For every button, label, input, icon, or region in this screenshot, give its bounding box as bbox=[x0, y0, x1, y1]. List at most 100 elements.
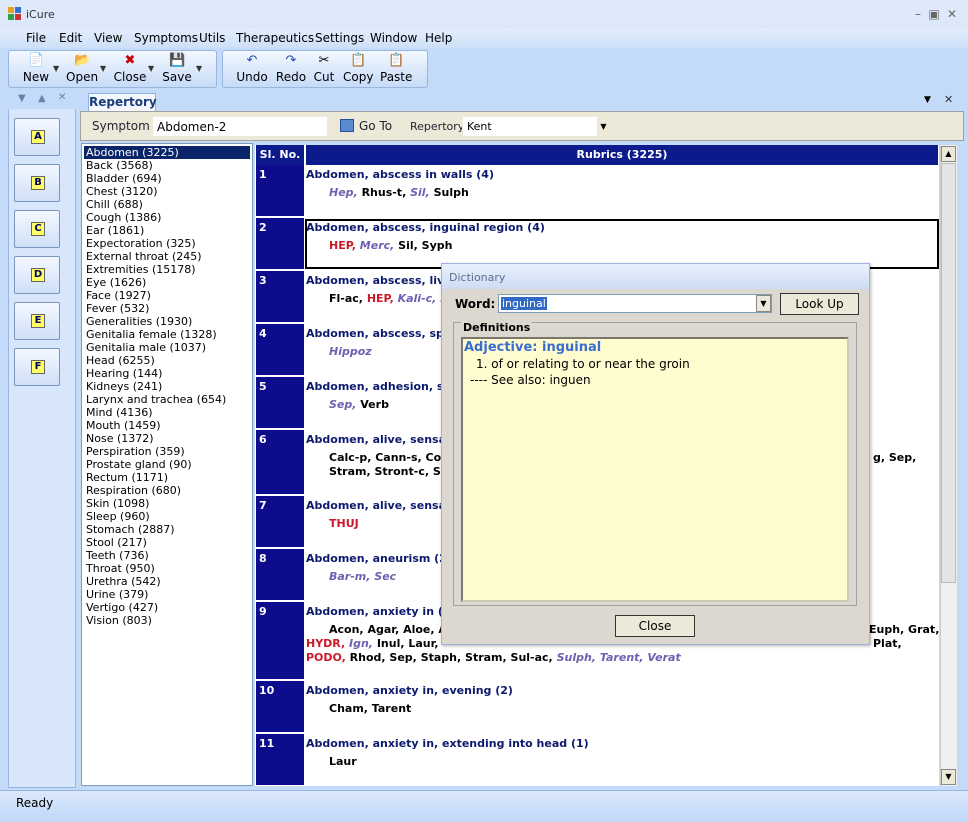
remedy[interactable]: Sul-ac, bbox=[511, 651, 557, 664]
new-button[interactable]: 📄 New bbox=[20, 53, 52, 87]
column-header-no[interactable]: Sl. No. bbox=[256, 145, 305, 165]
category-item[interactable]: Throat (950) bbox=[86, 562, 155, 575]
category-item[interactable]: Urethra (542) bbox=[86, 575, 161, 588]
remedy[interactable]: THUJ bbox=[329, 517, 359, 530]
category-item[interactable]: Extremities (15178) bbox=[86, 263, 196, 276]
open-dropdown-icon[interactable]: ▼ bbox=[100, 64, 106, 73]
remedy[interactable]: Inul, bbox=[377, 637, 409, 650]
scroll-thumb[interactable] bbox=[941, 163, 956, 583]
menu-settings[interactable]: Settings bbox=[315, 31, 364, 45]
remedy[interactable]: Tarent bbox=[372, 702, 411, 715]
close-dialog-button[interactable]: Close bbox=[615, 615, 695, 637]
copy-button[interactable]: 📋 Copy bbox=[343, 53, 373, 87]
menu-therapeutics[interactable]: Therapeutics bbox=[236, 31, 314, 45]
save-dropdown-icon[interactable]: ▼ bbox=[196, 64, 202, 73]
letter-button-c[interactable]: C bbox=[14, 210, 60, 248]
paste-button[interactable]: 📋 Paste bbox=[380, 53, 412, 87]
category-list[interactable]: Abdomen (3225) Back (3568) Bladder (694) Ch… bbox=[81, 143, 253, 786]
remedy[interactable]: Laur bbox=[329, 755, 357, 768]
remedy[interactable]: Rhod, bbox=[350, 651, 390, 664]
remedy[interactable]: Stram, bbox=[465, 651, 511, 664]
category-item[interactable]: Fever (532) bbox=[86, 302, 149, 315]
remedy[interactable]: Sil, bbox=[410, 186, 433, 199]
category-item[interactable]: Mind (4136) bbox=[86, 406, 153, 419]
menu-edit[interactable]: Edit bbox=[59, 31, 82, 45]
menu-file[interactable]: File bbox=[26, 31, 46, 45]
remedy[interactable]: Agar, bbox=[367, 623, 403, 636]
category-item[interactable]: Genitalia female (1328) bbox=[86, 328, 217, 341]
category-item[interactable]: Urine (379) bbox=[86, 588, 148, 601]
undo-button[interactable]: ↶ Undo bbox=[236, 53, 268, 87]
remedy[interactable]: Cann-s, bbox=[375, 451, 425, 464]
category-item[interactable]: Nose (1372) bbox=[86, 432, 154, 445]
dock-close-icon[interactable]: ✕ bbox=[58, 92, 66, 103]
category-item[interactable]: Head (6255) bbox=[86, 354, 155, 367]
remedy[interactable]: Laur, bbox=[408, 637, 438, 650]
category-item[interactable]: Ear (1861) bbox=[86, 224, 144, 237]
category-item[interactable]: Teeth (736) bbox=[86, 549, 149, 562]
remedy[interactable]: Verb bbox=[360, 398, 389, 411]
tab-close-icon[interactable]: ✕ bbox=[944, 93, 953, 106]
category-item[interactable]: Prostate gland (90) bbox=[86, 458, 192, 471]
remedy[interactable]: Aloe, bbox=[403, 623, 438, 636]
close-button[interactable]: ✖ Close bbox=[113, 53, 147, 87]
category-item[interactable]: Generalities (1930) bbox=[86, 315, 192, 328]
menu-window[interactable]: Window bbox=[370, 31, 417, 45]
category-item[interactable]: Respiration (680) bbox=[86, 484, 181, 497]
menu-symptoms[interactable]: Symptoms bbox=[134, 31, 198, 45]
remedy[interactable]: Tarent, bbox=[600, 651, 648, 664]
menu-utils[interactable]: Utils bbox=[199, 31, 225, 45]
category-item[interactable]: Chill (688) bbox=[86, 198, 143, 211]
remedy[interactable]: Verat bbox=[647, 651, 680, 664]
scroll-down-icon[interactable]: ▼ bbox=[941, 769, 956, 785]
letter-button-a[interactable]: A bbox=[14, 118, 60, 156]
remedy[interactable]: Sec bbox=[374, 570, 396, 583]
menu-view[interactable]: View bbox=[94, 31, 122, 45]
look-up-button[interactable]: Look Up bbox=[780, 293, 859, 315]
category-item[interactable]: Genitalia male (1037) bbox=[86, 341, 206, 354]
table-row[interactable]: 1 Abdomen, abscess in walls (4) Hep, Rhus-… bbox=[255, 165, 939, 217]
column-header-rubrics[interactable]: Rubrics (3225) bbox=[306, 145, 939, 165]
remedy[interactable]: HEP, bbox=[367, 292, 398, 305]
remedy[interactable]: Kali-c, bbox=[398, 292, 441, 305]
save-button[interactable]: 💾 Save bbox=[161, 53, 193, 87]
category-item[interactable]: Abdomen (3225) bbox=[84, 146, 250, 159]
category-item[interactable]: Kidneys (241) bbox=[86, 380, 162, 393]
menu-help[interactable]: Help bbox=[425, 31, 452, 45]
remedy[interactable]: Hippoz bbox=[329, 345, 372, 358]
category-item[interactable]: Rectum (1171) bbox=[86, 471, 168, 484]
category-item[interactable]: Perspiration (359) bbox=[86, 445, 185, 458]
category-item[interactable]: Bladder (694) bbox=[86, 172, 162, 185]
repertory-select[interactable]: Kent bbox=[462, 116, 610, 137]
remedy[interactable]: Fl-ac, bbox=[329, 292, 367, 305]
remedy[interactable]: Acon, bbox=[329, 623, 367, 636]
remedy[interactable]: Sep, bbox=[329, 398, 360, 411]
category-item[interactable]: Chest (3120) bbox=[86, 185, 158, 198]
letter-button-f[interactable]: F bbox=[14, 348, 60, 386]
pin-icon[interactable]: ▲ bbox=[38, 93, 46, 104]
category-item[interactable]: Larynx and trachea (654) bbox=[86, 393, 226, 406]
remedy[interactable]: Rhus-t, bbox=[362, 186, 411, 199]
open-button[interactable]: 📂 Open bbox=[66, 53, 98, 87]
category-item[interactable]: Face (1927) bbox=[86, 289, 151, 302]
remedy[interactable]: Cham, bbox=[329, 702, 372, 715]
category-item[interactable]: Expectoration (325) bbox=[86, 237, 196, 250]
category-item[interactable]: Skin (1098) bbox=[86, 497, 149, 510]
category-item[interactable]: Back (3568) bbox=[86, 159, 153, 172]
remedy[interactable]: Sulph, bbox=[557, 651, 600, 664]
category-item[interactable]: Stool (217) bbox=[86, 536, 147, 549]
remedy[interactable]: Bar-m, bbox=[329, 570, 374, 583]
maximize-icon[interactable]: ▣ bbox=[926, 6, 942, 22]
new-dropdown-icon[interactable]: ▼ bbox=[53, 64, 59, 73]
cut-button[interactable]: ✂ Cut bbox=[312, 53, 336, 87]
remedy[interactable]: Hep, bbox=[329, 186, 362, 199]
tab-repertory[interactable]: Repertory bbox=[88, 93, 157, 111]
symptom-id-input[interactable]: Abdomen-2 bbox=[152, 116, 328, 137]
redo-button[interactable]: ↷ Redo bbox=[275, 53, 307, 87]
category-item[interactable]: Hearing (144) bbox=[86, 367, 162, 380]
letter-button-b[interactable]: B bbox=[14, 164, 60, 202]
remedy[interactable]: Staph, bbox=[421, 651, 465, 664]
category-item[interactable]: Vision (803) bbox=[86, 614, 152, 627]
remedy[interactable]: Sulph bbox=[434, 186, 469, 199]
chevron-down-icon[interactable]: ▼ bbox=[597, 117, 610, 136]
